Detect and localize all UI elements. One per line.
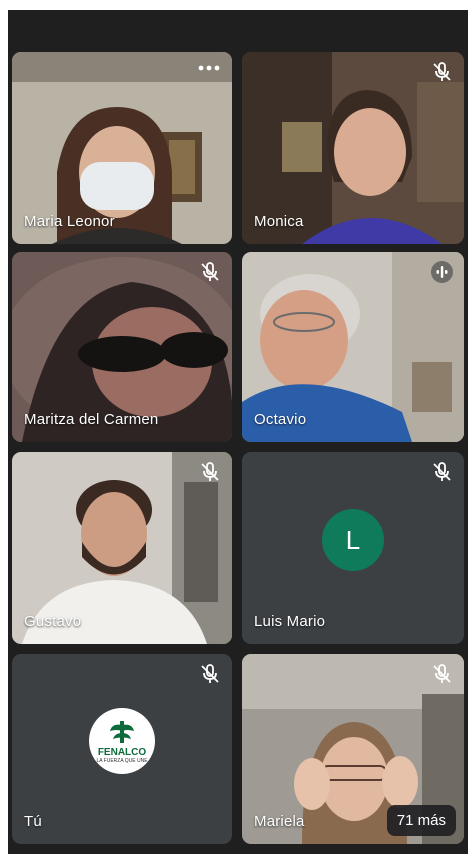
participant-tile-gustavo[interactable]: Gustavo (12, 452, 232, 644)
participant-tile-maritza[interactable]: Maritza del Carmen (12, 252, 232, 442)
participant-name: Gustavo (24, 613, 82, 630)
logo-subtext: LA FUERZA QUE UNE (96, 757, 148, 764)
mic-off-icon (433, 664, 451, 683)
participant-name: Maria Leonor (24, 213, 115, 230)
mic-off-icon (433, 462, 451, 481)
fenalco-emblem-icon (110, 720, 134, 743)
participant-name: Tú (24, 813, 42, 830)
more-participants-badge[interactable]: 71 más (386, 805, 456, 836)
participant-name: Monica (254, 213, 304, 230)
logo-text: FENALCO (97, 746, 147, 758)
mic-off-icon (433, 62, 451, 81)
fenalco-logo: FENALCO LA FUERZA QUE UNE (89, 708, 155, 775)
mic-off-icon (201, 262, 219, 281)
participant-tile-maria-leonor[interactable]: Maria Leonor (12, 52, 232, 244)
meeting-grid: Maria Leonor Monica Maritza del Carmen O… (8, 10, 468, 854)
mic-off-icon (201, 462, 219, 481)
avatar: L (322, 509, 384, 572)
participant-name: Mariela (254, 813, 305, 830)
participant-tile-luis-mario[interactable]: L Luis Mario (242, 452, 464, 644)
participant-tile-mariela[interactable]: Mariela 71 más (242, 654, 464, 844)
more-options-icon[interactable] (196, 60, 222, 76)
participant-name: Luis Mario (254, 613, 326, 630)
mic-off-icon (201, 664, 219, 683)
participant-tile-monica[interactable]: Monica (242, 52, 464, 244)
participant-tile-self[interactable]: FENALCO LA FUERZA QUE UNE Tú (12, 654, 232, 844)
participant-tile-octavio[interactable]: Octavio (242, 252, 464, 442)
speaking-indicator-icon (431, 261, 453, 283)
participant-name: Maritza del Carmen (24, 411, 159, 428)
participant-name: Octavio (254, 411, 307, 428)
